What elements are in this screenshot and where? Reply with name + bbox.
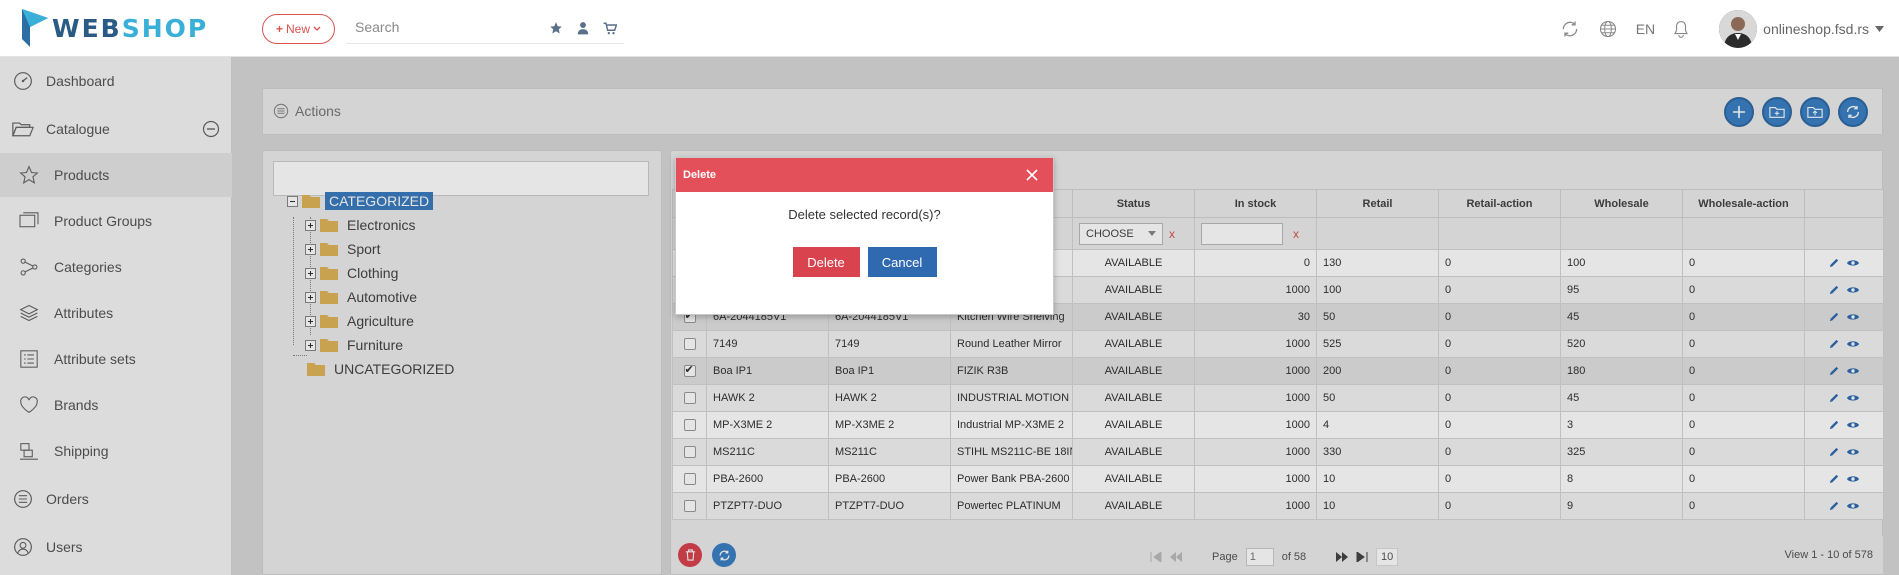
chevron-down-icon[interactable]	[1875, 26, 1884, 32]
dialog-message: Delete selected record(s)?	[788, 207, 941, 222]
cart-icon[interactable]	[602, 20, 618, 36]
globe-icon[interactable]	[1596, 17, 1620, 41]
confirm-delete-button[interactable]: Delete	[792, 247, 860, 277]
chevron-down-icon	[313, 26, 321, 31]
shop-name[interactable]: onlineshop.fsd.rs	[1763, 21, 1869, 37]
user-icon[interactable]	[575, 20, 591, 36]
delete-dialog: Delete Delete selected record(s)? Delete…	[675, 157, 1054, 315]
dialog-header: Delete	[676, 158, 1053, 192]
logo-flag-icon	[22, 9, 48, 47]
cancel-button[interactable]: Cancel	[867, 247, 937, 277]
refresh-icon[interactable]	[1558, 17, 1582, 41]
new-button[interactable]: + New	[262, 14, 335, 44]
close-icon[interactable]	[1025, 168, 1039, 182]
dialog-title: Delete	[683, 169, 717, 181]
logo[interactable]: WEBSHOP	[22, 9, 208, 47]
logo-text-shop: SHOP	[121, 13, 209, 43]
avatar[interactable]	[1719, 10, 1758, 48]
top-bar: WEBSHOP + New EN	[0, 0, 1899, 57]
logo-text-web: WEB	[52, 13, 122, 43]
new-button-label: New	[286, 22, 311, 36]
search-bar	[346, 14, 624, 44]
favorites-star-icon[interactable]	[548, 20, 564, 36]
bell-icon[interactable]	[1669, 17, 1693, 41]
modal-overlay[interactable]	[0, 57, 1899, 575]
search-input[interactable]	[355, 19, 535, 35]
language-selector[interactable]: EN	[1636, 21, 1655, 37]
plus-icon: +	[275, 22, 283, 36]
